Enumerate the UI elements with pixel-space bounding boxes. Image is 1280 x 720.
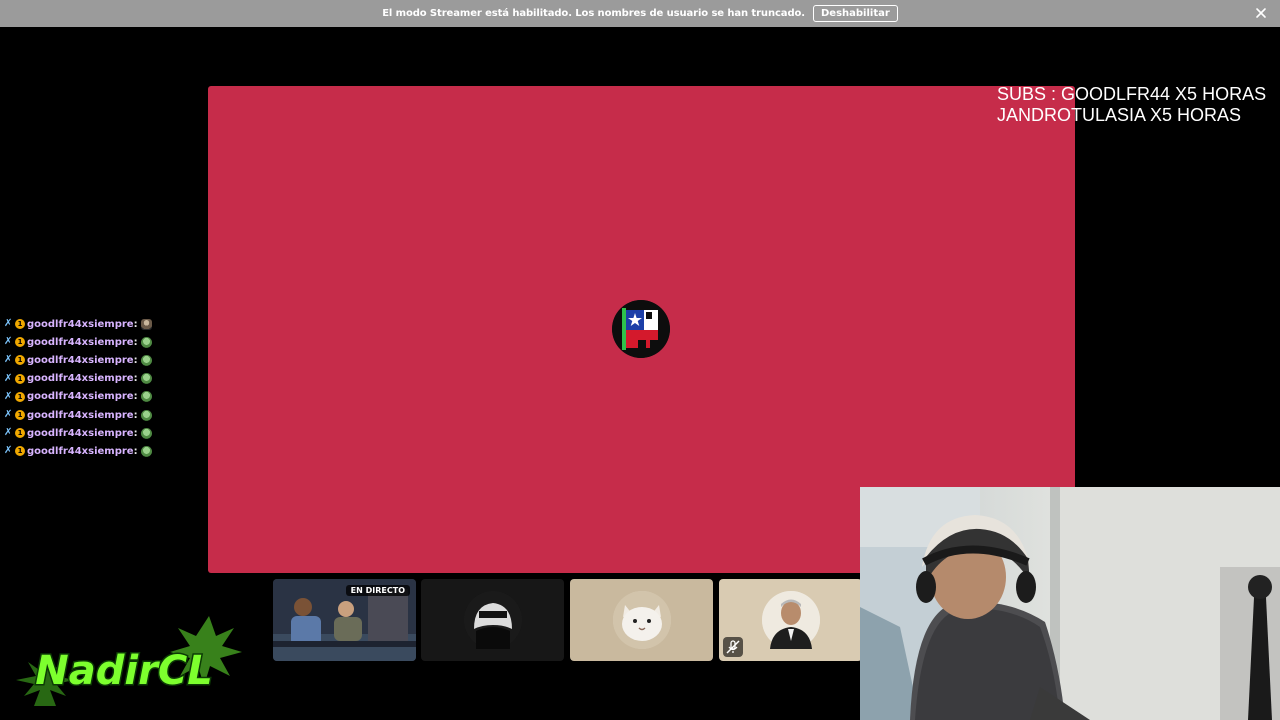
live-badge: EN DIRECTO xyxy=(345,585,410,596)
sword-badge-icon: ✗ xyxy=(4,427,13,439)
cat-avatar-icon xyxy=(613,591,671,649)
weed-emote-icon xyxy=(140,373,152,385)
nadircl-logo: NadirCL xyxy=(4,606,244,716)
webcam-feed xyxy=(860,487,1280,720)
chat-message: ✗ 1 goodlfr44xsiempre : xyxy=(4,351,204,369)
participant-tile[interactable] xyxy=(421,579,564,661)
sword-badge-icon: ✗ xyxy=(4,318,13,330)
subs-line-1: SUBS : GOODLFR44 X5 HORAS xyxy=(997,84,1267,104)
sub-badge-icon: 1 xyxy=(15,319,25,330)
chat-username[interactable]: goodlfr44xsiempre xyxy=(27,337,134,348)
chat-colon: : xyxy=(133,427,138,439)
chat-message: ✗ 1 goodlfr44xsiempre : xyxy=(4,315,204,333)
weed-emote-icon xyxy=(140,336,152,348)
chat-message: ✗ 1 goodlfr44xsiempre : xyxy=(4,333,204,351)
subs-overlay: SUBS : GOODLFR44 X5 HORAS JANDROTULASIA … xyxy=(997,84,1266,126)
logo-text: NadirCL xyxy=(35,648,212,694)
stream-canvas: El modo Streamer está habilitado. Los no… xyxy=(0,0,1280,720)
chat-username[interactable]: goodlfr44xsiempre xyxy=(27,355,134,366)
sword-badge-icon: ✗ xyxy=(4,354,13,366)
banner-message: El modo Streamer está habilitado. Los no… xyxy=(382,8,805,19)
chat-colon: : xyxy=(133,391,138,403)
sword-badge-icon: ✗ xyxy=(4,390,13,402)
chat-message: ✗ 1 goodlfr44xsiempre : xyxy=(4,442,204,460)
participant-tile[interactable] xyxy=(719,579,862,661)
chile-flag-avatar-icon xyxy=(612,300,670,358)
portrait-emote-icon xyxy=(140,318,152,330)
chat-username[interactable]: goodlfr44xsiempre xyxy=(27,319,134,330)
stream-preview-tile[interactable]: EN DIRECTO xyxy=(273,579,416,661)
disable-streamer-mode-button[interactable]: Deshabilitar xyxy=(812,5,898,22)
chat-colon: : xyxy=(133,354,138,366)
chat-username[interactable]: goodlfr44xsiempre xyxy=(27,391,134,402)
chat-message: ✗ 1 goodlfr44xsiempre : xyxy=(4,406,204,424)
chat-colon: : xyxy=(133,373,138,385)
weed-emote-icon xyxy=(140,354,152,366)
close-icon[interactable] xyxy=(1254,6,1268,20)
subs-line-2: JANDROTULASIA X5 HORAS xyxy=(997,105,1242,125)
sword-badge-icon: ✗ xyxy=(4,372,13,384)
chat-username[interactable]: goodlfr44xsiempre xyxy=(27,446,134,457)
chat-colon: : xyxy=(133,409,138,421)
chat-message: ✗ 1 goodlfr44xsiempre : xyxy=(4,388,204,406)
weed-emote-icon xyxy=(140,427,152,439)
weed-emote-icon xyxy=(140,445,152,457)
chat-message: ✗ 1 goodlfr44xsiempre : xyxy=(4,424,204,442)
chat-colon: : xyxy=(133,318,138,330)
participant-tile[interactable] xyxy=(570,579,713,661)
sub-badge-icon: 1 xyxy=(15,373,25,384)
chat-message: ✗ 1 goodlfr44xsiempre : xyxy=(4,370,204,388)
chat-username[interactable]: goodlfr44xsiempre xyxy=(27,428,134,439)
masked-figure-avatar-icon xyxy=(464,591,522,649)
man-avatar-icon xyxy=(762,591,820,649)
chat-username[interactable]: goodlfr44xsiempre xyxy=(27,373,134,384)
chat-colon: : xyxy=(133,445,138,457)
sub-badge-icon: 1 xyxy=(15,391,25,402)
sword-badge-icon: ✗ xyxy=(4,336,13,348)
muted-mic-icon xyxy=(723,637,743,657)
sword-badge-icon: ✗ xyxy=(4,445,13,457)
sub-badge-icon: 1 xyxy=(15,355,25,366)
chat-colon: : xyxy=(133,336,138,348)
streamer-mode-banner: El modo Streamer está habilitado. Los no… xyxy=(0,0,1280,27)
webcam-person-image xyxy=(860,487,1280,720)
chat-overlay: ✗ 1 goodlfr44xsiempre : ✗ 1 goodlfr44xsi… xyxy=(4,315,204,461)
chat-username[interactable]: goodlfr44xsiempre xyxy=(27,410,134,421)
weed-emote-icon xyxy=(140,409,152,421)
sub-badge-icon: 1 xyxy=(15,428,25,439)
sub-badge-icon: 1 xyxy=(15,446,25,457)
sub-badge-icon: 1 xyxy=(15,337,25,348)
sword-badge-icon: ✗ xyxy=(4,409,13,421)
sub-badge-icon: 1 xyxy=(15,410,25,421)
weed-emote-icon xyxy=(140,391,152,403)
